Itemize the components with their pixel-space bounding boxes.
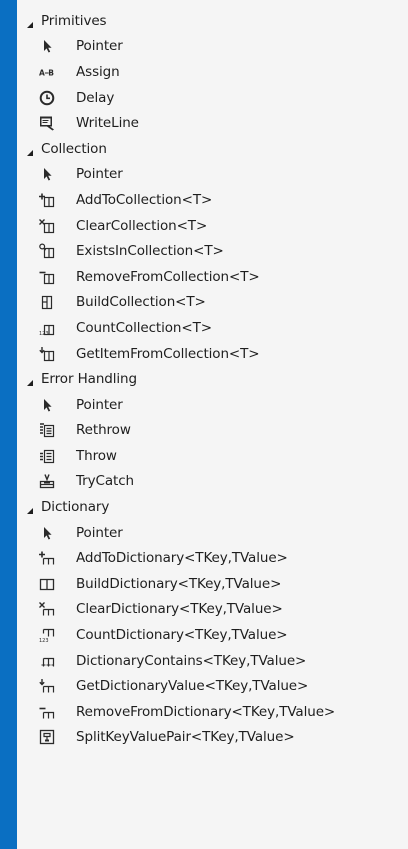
- expand-arrow-icon[interactable]: [26, 503, 34, 515]
- pointer-icon: [39, 397, 55, 413]
- toolbox-item-removefromdictionary[interactable]: RemoveFromDictionary<TKey,TValue>: [17, 699, 408, 725]
- svg-text:123: 123: [39, 331, 49, 336]
- toolbox-item-label: ClearDictionary<TKey,TValue>: [76, 601, 283, 618]
- toolbox-item-countcollection[interactable]: 123 CountCollection<T>: [17, 315, 408, 341]
- throw-icon: [39, 448, 55, 464]
- toolbox-item-label: Pointer: [76, 396, 123, 413]
- toolbox-item-rethrow[interactable]: Rethrow: [17, 418, 408, 444]
- toolbox-item-buildcollection[interactable]: BuildCollection<T>: [17, 290, 408, 316]
- expand-arrow-icon[interactable]: [26, 145, 34, 156]
- toolbox-item-countdictionary[interactable]: 123 CountDictionary<TKey,TValue>: [17, 622, 408, 648]
- remove-from-collection-icon: [39, 269, 55, 285]
- add-to-dictionary-icon: [39, 550, 55, 566]
- toolbox-item-trycatch[interactable]: TryCatch: [17, 469, 408, 495]
- toolbox-item-addtocollection[interactable]: AddToCollection<T>: [17, 187, 408, 213]
- toolbox-item-addtodictionary[interactable]: AddToDictionary<TKey,TValue>: [17, 545, 408, 571]
- toolbox-item-label: ClearCollection<T>: [76, 217, 208, 234]
- toolbox-item-label: CountDictionary<TKey,TValue>: [76, 627, 288, 644]
- pointer-icon: [39, 525, 55, 541]
- category-label: Collection: [41, 140, 107, 157]
- category-header-collection[interactable]: Collection: [17, 136, 408, 162]
- toolbox-item-pointer[interactable]: Pointer: [17, 162, 408, 188]
- get-dictionary-value-icon: [39, 678, 55, 694]
- remove-from-dictionary-icon: [39, 704, 55, 720]
- toolbox-item-pointer[interactable]: Pointer: [17, 520, 408, 546]
- dictionary-contains-icon: [39, 653, 55, 669]
- toolbox-item-getdictionaryvalue[interactable]: GetDictionaryValue<TKey,TValue>: [17, 673, 408, 699]
- toolbox-item-label: Throw: [76, 447, 117, 464]
- assign-icon: A = B: [39, 64, 55, 80]
- category-header-error-handling[interactable]: Error Handling: [17, 366, 408, 392]
- toolbox-item-label: CountCollection<T>: [76, 319, 212, 336]
- toolbox-item-label: Pointer: [76, 38, 123, 55]
- expand-arrow-icon[interactable]: [26, 17, 34, 28]
- toolbox-item-pointer[interactable]: Pointer: [17, 34, 408, 60]
- toolbox-item-label: Pointer: [76, 524, 123, 541]
- add-to-collection-icon: [39, 192, 55, 208]
- clock-icon: [39, 90, 55, 106]
- category-label: Primitives: [41, 12, 107, 29]
- svg-text:123: 123: [39, 638, 49, 643]
- toolbox-item-label: RemoveFromDictionary<TKey,TValue>: [76, 703, 336, 720]
- count-dictionary-icon: 123: [39, 627, 55, 643]
- writeline-icon: [39, 115, 55, 131]
- toolbox-item-label: GetDictionaryValue<TKey,TValue>: [76, 678, 309, 695]
- toolbox-item-builddictionary[interactable]: BuildDictionary<TKey,TValue>: [17, 571, 408, 597]
- toolbox-item-label: AddToDictionary<TKey,TValue>: [76, 550, 288, 567]
- category-header-primitives[interactable]: Primitives: [17, 8, 408, 34]
- build-dictionary-icon: [39, 576, 55, 592]
- count-collection-icon: 123: [39, 320, 55, 336]
- toolbox-item-label: Pointer: [76, 166, 123, 183]
- toolbox-item-label: BuildCollection<T>: [76, 294, 206, 311]
- build-collection-icon: [39, 294, 55, 310]
- toolbox-item-existsincollection[interactable]: ExistsInCollection<T>: [17, 238, 408, 264]
- toolbox-item-dictionarycontains[interactable]: DictionaryContains<TKey,TValue>: [17, 648, 408, 674]
- toolbox-item-assign[interactable]: A = B Assign: [17, 59, 408, 85]
- svg-text:B: B: [48, 68, 54, 77]
- category-header-dictionary[interactable]: Dictionary: [17, 494, 408, 520]
- toolbox-item-label: SplitKeyValuePair<TKey,TValue>: [76, 729, 295, 746]
- toolbox-item-label: WriteLine: [76, 115, 139, 132]
- toolbox-item-removefromcollection[interactable]: RemoveFromCollection<T>: [17, 264, 408, 290]
- expand-arrow-icon[interactable]: [26, 375, 34, 387]
- toolbox-item-label: Assign: [76, 63, 120, 80]
- toolbox-item-label: GetItemFromCollection<T>: [76, 345, 260, 362]
- toolbox-item-throw[interactable]: Throw: [17, 443, 408, 469]
- toolbox-item-delay[interactable]: Delay: [17, 85, 408, 111]
- clear-dictionary-icon: [39, 601, 55, 617]
- pointer-icon: [39, 38, 55, 54]
- rethrow-icon: [39, 422, 55, 438]
- toolbox-item-getitemfromcollection[interactable]: GetItemFromCollection<T>: [17, 341, 408, 367]
- toolbox-item-writeline[interactable]: WriteLine: [17, 110, 408, 136]
- toolbox-item-pointer[interactable]: Pointer: [17, 392, 408, 418]
- trycatch-icon: [39, 473, 55, 489]
- pointer-icon: [39, 166, 55, 182]
- exists-in-collection-icon: [39, 243, 55, 259]
- toolbox-item-label: BuildDictionary<TKey,TValue>: [76, 575, 282, 592]
- category-label: Error Handling: [41, 371, 137, 388]
- toolbox-item-label: AddToCollection<T>: [76, 191, 213, 208]
- clear-collection-icon: [39, 218, 55, 234]
- get-item-from-collection-icon: [39, 346, 55, 362]
- toolbox-item-label: ExistsInCollection<T>: [76, 243, 224, 260]
- toolbox-item-splitkeyvaluepair[interactable]: SplitKeyValuePair<TKey,TValue>: [17, 725, 408, 751]
- toolbox-item-clearcollection[interactable]: ClearCollection<T>: [17, 213, 408, 239]
- toolbox-item-label: RemoveFromCollection<T>: [76, 268, 260, 285]
- split-key-value-pair-icon: [39, 729, 55, 745]
- toolbox-list: Primitives Pointer A = B Assign Delay WriteLine…: [17, 0, 408, 750]
- toolbox-item-label: Rethrow: [76, 422, 131, 439]
- toolbox-item-label: DictionaryContains<TKey,TValue>: [76, 652, 307, 669]
- toolbox-item-cleardictionary[interactable]: ClearDictionary<TKey,TValue>: [17, 597, 408, 623]
- category-label: Dictionary: [41, 499, 110, 516]
- toolbox-item-label: Delay: [76, 89, 115, 106]
- toolbox-panel: Primitives Pointer A = B Assign Delay WriteLine…: [17, 0, 408, 849]
- toolbox-item-label: TryCatch: [76, 473, 134, 490]
